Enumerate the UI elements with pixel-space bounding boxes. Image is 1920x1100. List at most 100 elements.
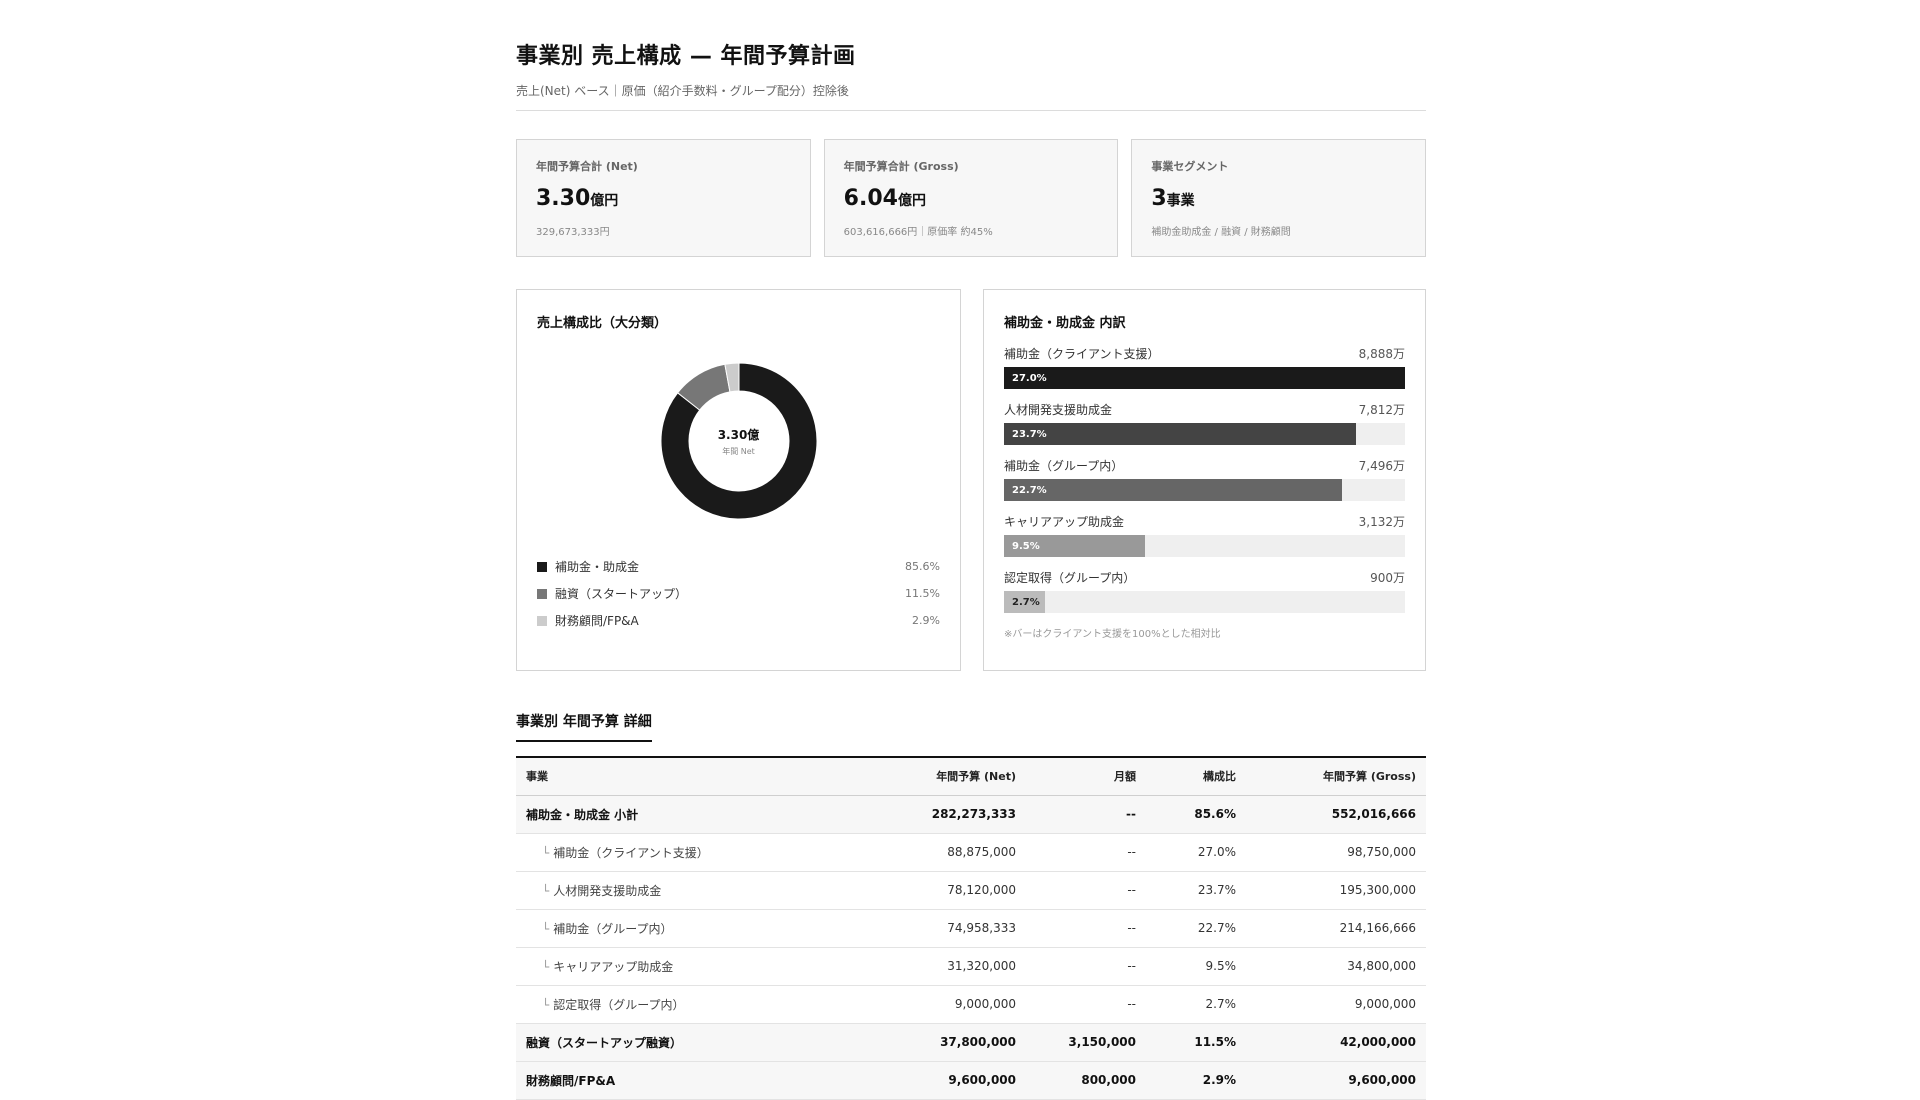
cell-monthly: 3,150,000 (1026, 1023, 1146, 1062)
cell-gross: 9,000,000 (1246, 985, 1426, 1024)
report-page: 事業別 売上構成 — 年間予算計画 売上(Net) ベース｜原価（紹介手数料・グ… (516, 0, 1427, 1100)
bar-label: 人材開発支援助成金 (1004, 403, 1113, 417)
donut-chart: 3.30億 年間 Net (659, 361, 819, 521)
cell-name-text: 補助金（クライアント支援） (553, 845, 709, 860)
cell-name-text: 補助金（グループ内） (553, 921, 673, 936)
cell-ratio: 27.0% (1146, 833, 1246, 872)
table-row-subtotal: 財務顧問/FP&A 9,600,000 800,000 2.9% 9,600,0… (516, 1061, 1426, 1100)
cell-name-text: 人材開発支援助成金 (553, 883, 662, 898)
cell-gross: 98,750,000 (1246, 833, 1426, 872)
cell-name: └ 人材開発支援助成金 (516, 871, 806, 910)
budget-table: 事業 年間予算 (Net) 月額 構成比 年間予算 (Gross) 補助金・助成… (516, 756, 1426, 1100)
cell-ratio: 22.7% (1146, 909, 1246, 948)
bar-header: 補助金（グループ内） 7,496万 (1004, 457, 1405, 474)
legend-label: 補助金・助成金 (555, 560, 640, 574)
kpi-label: 事業セグメント (1151, 160, 1229, 173)
bar-label: 補助金（クライアント支援） (1004, 347, 1160, 361)
bar-label: 認定取得（グループ内） (1004, 571, 1136, 585)
bar-fill: 9.5% (1004, 535, 1146, 557)
bar-track: 23.7% (1004, 423, 1405, 445)
table-row: └ 認定取得（グループ内） 9,000,000 -- 2.7% 9,000,000 (516, 985, 1426, 1024)
bar-track: 9.5% (1004, 535, 1405, 557)
table-row-subtotal: 融資（スタートアップ融資） 37,800,000 3,150,000 11.5%… (516, 1023, 1426, 1062)
col-header-business: 事業 (516, 757, 806, 796)
bar-fill: 23.7% (1004, 423, 1357, 445)
bar-header: キャリアアップ助成金 3,132万 (1004, 513, 1405, 530)
cell-gross: 34,800,000 (1246, 947, 1426, 986)
cell-name: └ 認定取得（グループ内） (516, 985, 806, 1024)
bar-item: キャリアアップ助成金 3,132万 9.5% (1004, 513, 1405, 557)
detail-section-title: 事業別 年間予算 詳細 (516, 711, 652, 742)
bar-item: 補助金（グループ内） 7,496万 22.7% (1004, 457, 1405, 501)
bar-header: 人材開発支援助成金 7,812万 (1004, 401, 1405, 418)
bar-amount: 900万 (1370, 571, 1405, 585)
cell-monthly: -- (1026, 909, 1146, 948)
table-row: └ 補助金（クライアント支援） 88,875,000 -- 27.0% 98,75… (516, 833, 1426, 872)
legend-label: 財務顧問/FP&A (555, 614, 639, 628)
donut-center-label: 年間 Net (722, 446, 755, 456)
cell-net: 282,273,333 (806, 795, 1026, 834)
cell-name: 財務顧問/FP&A (516, 1061, 806, 1100)
breakdown-panel: 補助金・助成金 内訳 補助金（クライアント支援） 8,888万 27.0% 人材開… (983, 289, 1426, 671)
bar-amount: 8,888万 (1358, 347, 1405, 361)
legend-swatch (537, 588, 547, 599)
bar-item: 補助金（クライアント支援） 8,888万 27.0% (1004, 345, 1405, 389)
page-title: 事業別 売上構成 — 年間予算計画 (516, 44, 856, 69)
composition-panel: 売上構成比（大分類） 3.30億 年間 Net 補助金・助成金 85.6% 融資… (516, 289, 961, 671)
legend-item: 財務顧問/FP&A 2.9% (537, 607, 940, 634)
tree-branch-icon: └ (542, 921, 550, 936)
cell-net: 78,120,000 (806, 871, 1026, 910)
bar-amount: 3,132万 (1358, 515, 1405, 529)
kpi-unit: 億円 (897, 193, 926, 209)
cell-net: 9,600,000 (806, 1061, 1026, 1100)
cell-net: 9,000,000 (806, 985, 1026, 1024)
legend-swatch (537, 561, 547, 572)
kpi-note: 補助金助成金 / 融資 / 財務顧問 (1151, 227, 1291, 238)
breakdown-note: ※バーはクライアント支援を100%とした相対比 (1004, 629, 1221, 640)
cell-gross: 552,016,666 (1246, 795, 1426, 834)
cell-gross: 195,300,000 (1246, 871, 1426, 910)
cell-net: 31,320,000 (806, 947, 1026, 986)
table-row: └ 補助金（グループ内） 74,958,333 -- 22.7% 214,166,… (516, 909, 1426, 948)
breakdown-title: 補助金・助成金 内訳 (1004, 316, 1126, 331)
kpi-value: 3.30億円 (536, 186, 792, 211)
tree-branch-icon: └ (542, 845, 550, 860)
cell-net: 74,958,333 (806, 909, 1026, 948)
cell-ratio: 2.9% (1146, 1061, 1246, 1100)
col-header-monthly: 月額 (1026, 757, 1146, 796)
bar-item: 認定取得（グループ内） 900万 2.7% (1004, 569, 1405, 613)
col-header-net: 年間予算 (Net) (806, 757, 1026, 796)
kpi-label: 年間予算合計 (Net) (536, 160, 638, 173)
bar-track: 27.0% (1004, 367, 1405, 389)
cell-ratio: 23.7% (1146, 871, 1246, 910)
kpi-note: 603,616,666円｜原価率 約45% (843, 227, 993, 238)
cell-monthly: -- (1026, 985, 1146, 1024)
kpi-value: 3事業 (1151, 186, 1407, 211)
kpi-card-segments: 事業セグメント 3事業 補助金助成金 / 融資 / 財務顧問 (1131, 139, 1427, 257)
cell-gross: 214,166,666 (1246, 909, 1426, 948)
col-header-ratio: 構成比 (1146, 757, 1246, 796)
cell-ratio: 85.6% (1146, 795, 1246, 834)
kpi-unit: 億円 (590, 193, 619, 209)
cell-name: └ キャリアアップ助成金 (516, 947, 806, 986)
tree-branch-icon: └ (542, 883, 550, 898)
cell-gross: 9,600,000 (1246, 1061, 1426, 1100)
cell-monthly: -- (1026, 947, 1146, 986)
cell-name: └ 補助金（グループ内） (516, 909, 806, 948)
kpi-card-net: 年間予算合計 (Net) 3.30億円 329,673,333円 (516, 139, 811, 257)
report-header: 事業別 売上構成 — 年間予算計画 売上(Net) ベース｜原価（紹介手数料・グ… (516, 0, 1426, 111)
kpi-value: 6.04億円 (844, 186, 1100, 211)
kpi-card-gross: 年間予算合計 (Gross) 6.04億円 603,616,666円｜原価率 約… (823, 139, 1119, 257)
cell-name: 融資（スタートアップ融資） (516, 1023, 806, 1062)
cell-ratio: 2.7% (1146, 985, 1246, 1024)
bar-fill: 2.7% (1004, 591, 1045, 613)
bar-label: キャリアアップ助成金 (1004, 515, 1125, 529)
cell-monthly: -- (1026, 795, 1146, 834)
legend-item: 補助金・助成金 85.6% (537, 553, 940, 580)
cell-net: 37,800,000 (806, 1023, 1026, 1062)
kpi-note: 329,673,333円 (536, 227, 610, 238)
kpi-label: 年間予算合計 (Gross) (843, 160, 959, 173)
kpi-number: 6.04 (843, 186, 898, 211)
composition-legend: 補助金・助成金 85.6% 融資（スタートアップ） 11.5% 財務顧問/FP&… (537, 553, 940, 634)
legend-pct: 2.9% (912, 614, 940, 627)
